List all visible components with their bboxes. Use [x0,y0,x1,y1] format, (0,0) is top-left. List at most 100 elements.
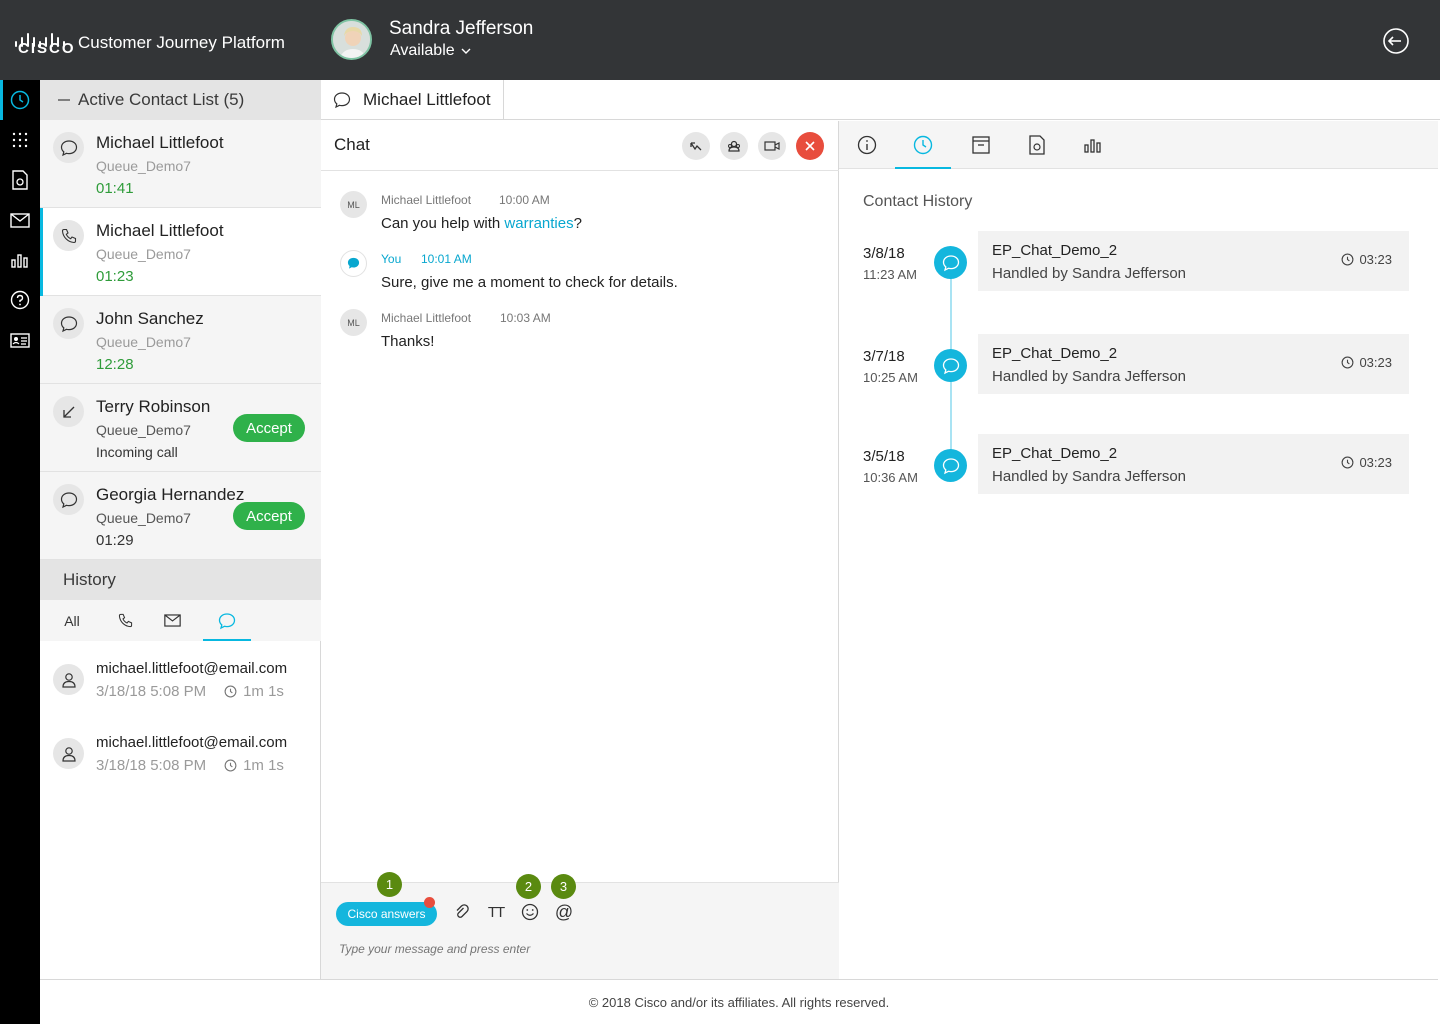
contact-queue: Queue_Demo7 [96,158,191,174]
tab-chat[interactable] [203,600,251,641]
end-chat-button[interactable] [796,132,824,160]
tab-documents[interactable] [1009,121,1065,169]
contact-queue: Queue_Demo7 [96,510,191,526]
history-entry: 3/7/18 10:25 AM EP_Chat_Demo_2 Handled b… [839,334,1438,394]
history-duration: 1m 1s [243,683,284,700]
phone-icon [118,613,132,628]
active-contact-list-header[interactable]: Active Contact List (5) [40,80,321,120]
entry-handler: Handled by Sandra Jefferson [992,265,1187,282]
tab-calls[interactable] [110,600,140,641]
rail-dialpad[interactable] [0,120,40,160]
rail-documents[interactable] [0,160,40,200]
contact-name: John Sanchez [96,309,204,328]
mention-button[interactable]: @ [552,900,576,924]
history-email: michael.littlefoot@email.com [96,734,288,751]
chat-icon [942,357,959,374]
contact-type [53,308,84,339]
conference-button[interactable] [720,132,748,160]
text-format-button[interactable]: TT [484,900,508,924]
contact-status: Incoming call [96,444,178,460]
history-entry: 3/5/18 10:36 AM EP_Chat_Demo_2 Handled b… [839,434,1438,494]
entry-date: 3/7/18 [863,348,905,365]
clock-icon [1342,253,1354,266]
chat-icon [60,139,77,156]
phone-icon [61,228,76,243]
message-composer: 1 2 3 Cisco answers TT @ [321,872,839,979]
entry-date: 3/5/18 [863,448,905,465]
entry-marker [934,349,967,382]
entry-title: EP_Chat_Demo_2 [992,242,1118,259]
status-dropdown[interactable]: Available [390,42,471,60]
mail-icon [163,614,181,627]
message-input[interactable] [339,939,819,959]
history-item[interactable]: michael.littlefoot@email.com 3/18/18 5:0… [40,660,321,734]
rail-reports[interactable] [0,240,40,280]
contact-item[interactable]: Michael Littlefoot Queue_Demo7 01:41 [40,120,321,208]
rail-help[interactable] [0,280,40,320]
transfer-button[interactable] [682,132,710,160]
accept-button[interactable]: Accept [233,414,305,442]
contact-type [53,220,84,251]
contact-avatar [53,664,84,695]
contact-queue: Queue_Demo7 [96,422,191,438]
rail-mail[interactable] [0,200,40,240]
id-card-icon [10,332,30,348]
history-header: History [40,560,321,600]
contact-item[interactable]: Georgia Hernandez Queue_Demo7 01:29 Acce… [40,472,321,560]
contact-timer: 12:28 [96,356,134,373]
conference-icon [728,140,740,152]
document-icon [12,170,28,190]
entry-duration-value: 03:23 [1359,455,1392,470]
message-text: Can you help with warranties? [381,215,582,232]
entry-date: 3/8/18 [863,245,905,262]
nav-rail [0,80,40,1024]
history-datetime: 3/18/18 5:08 PM [96,757,207,774]
contact-item[interactable]: John Sanchez Queue_Demo7 12:28 [40,296,321,384]
message-sender: You [381,252,402,266]
tab-history[interactable] [895,121,951,169]
user-name: Sandra Jefferson [389,18,534,39]
transfer-icon [690,142,702,151]
entry-duration-value: 03:23 [1359,355,1392,370]
person-icon [61,746,76,762]
bar-chart-icon [11,254,28,268]
emoji-icon [521,903,539,921]
contact-item-selected[interactable]: Michael Littlefoot Queue_Demo7 01:23 [40,208,321,296]
accept-button[interactable]: Accept [233,502,305,530]
emoji-button[interactable] [518,900,542,924]
history-datetime: 3/18/18 5:08 PM [96,683,207,700]
clock-icon [1342,356,1354,369]
rail-recent[interactable] [0,80,40,120]
video-button[interactable] [758,132,786,160]
tab-info[interactable] [839,121,895,169]
warranties-link[interactable]: warranties [504,215,573,232]
tab-analytics[interactable] [1065,121,1121,169]
avatar[interactable] [331,19,372,60]
tab-archive[interactable] [953,121,1009,169]
contact-item[interactable]: Terry Robinson Queue_Demo7 Incoming call… [40,384,321,472]
paperclip-icon [456,904,469,918]
history-title: History [63,570,116,589]
logout-icon[interactable] [1382,27,1410,55]
user-photo-icon [333,21,370,58]
conversation-tab[interactable]: Michael Littlefoot [321,80,504,120]
rail-profile[interactable] [0,320,40,360]
history-entry: 3/8/18 11:23 AM EP_Chat_Demo_2 Handled b… [839,231,1438,291]
history-card[interactable]: EP_Chat_Demo_2 Handled by Sandra Jeffers… [978,334,1409,394]
message-sender: Michael Littlefoot [381,311,472,325]
attach-button[interactable] [450,900,474,924]
top-bar: CISCO Customer Journey Platform Sandra J… [0,0,1440,80]
history-tabs: All [40,600,321,641]
entry-duration: 03:23 [1341,252,1392,267]
tab-all[interactable]: All [54,600,90,641]
contact-name: Michael Littlefoot [96,221,224,240]
tab-email[interactable] [156,600,188,641]
cisco-answers-button[interactable]: Cisco answers [336,902,437,926]
status-label: Available [390,42,455,59]
history-card[interactable]: EP_Chat_Demo_2 Handled by Sandra Jeffers… [978,434,1409,494]
history-card[interactable]: EP_Chat_Demo_2 Handled by Sandra Jeffers… [978,231,1409,291]
sender-avatar: ML [340,191,367,218]
history-item[interactable]: michael.littlefoot@email.com 3/18/18 5:0… [40,734,321,808]
contact-type [53,132,84,163]
entry-title: EP_Chat_Demo_2 [992,445,1118,462]
